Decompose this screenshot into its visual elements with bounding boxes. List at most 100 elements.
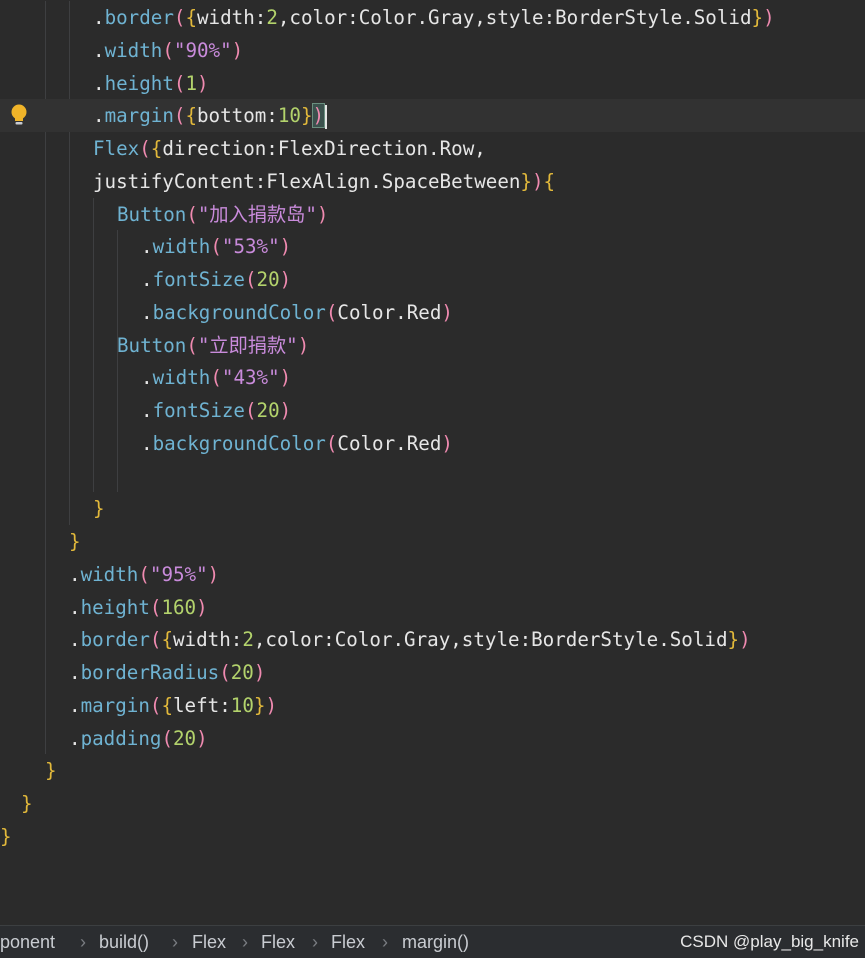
breadcrumb-item[interactable]: Flex xyxy=(192,926,226,958)
code-token: ) xyxy=(297,333,310,357)
code-token: ( xyxy=(186,333,198,357)
code-token: ( xyxy=(162,38,174,62)
code-text: .backgroundColor(Color.Red) xyxy=(141,296,453,329)
code-text: .margin({left:10}) xyxy=(69,689,277,722)
code-text: .width("43%") xyxy=(141,361,291,394)
code-token: { xyxy=(185,6,197,29)
code-token: width xyxy=(152,366,211,390)
code-text: .width("90%") xyxy=(93,34,243,67)
code-line[interactable]: .margin({bottom:10}) xyxy=(0,99,865,133)
code-token: } xyxy=(69,530,81,553)
code-token: "90%" xyxy=(173,38,232,62)
code-token: ,color:Color.Gray,style:BorderStyle.Soli… xyxy=(253,628,728,652)
code-line[interactable]: .width("95%") xyxy=(0,558,865,591)
code-token: . xyxy=(141,235,153,259)
code-token: ) xyxy=(279,235,292,259)
code-token: ) xyxy=(207,562,220,586)
code-line[interactable]: .borderRadius(20) xyxy=(0,656,865,689)
code-token: ) xyxy=(441,431,453,455)
code-token: ,color:Color.Gray,style:BorderStyle.Soli… xyxy=(277,6,752,29)
code-token: { xyxy=(161,693,173,717)
breadcrumb-item[interactable]: ponent xyxy=(0,926,55,958)
code-line[interactable]: .margin({left:10}) xyxy=(0,689,865,722)
code-line[interactable]: .border({width:2,color:Color.Gray,style:… xyxy=(0,1,865,34)
code-line[interactable]: Button("立即捐款") xyxy=(0,329,865,362)
code-line[interactable]: .border({width:2,color:Color.Gray,style:… xyxy=(0,623,865,656)
breadcrumb-item[interactable]: build() xyxy=(99,926,149,958)
code-token: margin xyxy=(104,104,174,128)
code-line[interactable]: justifyContent:FlexAlign.SpaceBetween}){ xyxy=(0,165,865,198)
code-line[interactable]: .width("43%") xyxy=(0,361,865,394)
code-token: "立即捐款" xyxy=(197,333,298,357)
code-line[interactable]: .backgroundColor(Color.Red) xyxy=(0,296,865,329)
code-token: ) xyxy=(531,169,544,193)
code-token: . xyxy=(141,366,153,390)
code-line[interactable]: .backgroundColor(Color.Red) xyxy=(0,427,865,460)
code-line[interactable]: .width("53%") xyxy=(0,230,865,263)
code-token: ( xyxy=(173,104,186,128)
code-text: } xyxy=(45,754,57,787)
code-token: ) xyxy=(253,661,266,684)
code-text: .fontSize(20) xyxy=(141,263,291,296)
code-text: } xyxy=(93,492,105,525)
code-text: .margin({bottom:10}) xyxy=(93,99,328,132)
code-token: } xyxy=(727,628,740,652)
code-line[interactable]: } xyxy=(0,820,865,853)
code-token: "95%" xyxy=(149,562,208,586)
code-line[interactable]: .fontSize(20) xyxy=(0,394,865,427)
code-line[interactable]: } xyxy=(0,754,865,787)
code-token: justifyContent:FlexAlign.SpaceBetween xyxy=(93,169,521,193)
lightbulb-icon[interactable] xyxy=(8,103,30,127)
code-text: Flex({direction:FlexDirection.Row, xyxy=(93,132,486,165)
code-line[interactable]: .padding(20) xyxy=(0,722,865,755)
code-token: width xyxy=(80,562,139,586)
code-token: ( xyxy=(244,268,257,291)
code-token: ( xyxy=(138,562,150,586)
code-token: . xyxy=(69,628,81,652)
breadcrumb-item[interactable]: margin() xyxy=(402,926,469,958)
code-token: margin xyxy=(80,693,150,717)
code-token: ) xyxy=(316,202,329,226)
code-line[interactable] xyxy=(0,460,865,493)
code-token: 160 xyxy=(161,595,197,619)
code-token: 20 xyxy=(256,268,280,291)
code-token: Color.Red xyxy=(337,300,442,324)
code-token: ) xyxy=(197,71,209,95)
code-text: .border({width:2,color:Color.Gray,style:… xyxy=(69,623,751,656)
code-token: borderRadius xyxy=(80,661,220,684)
code-token: width: xyxy=(197,6,267,29)
code-line[interactable]: .height(1) xyxy=(0,67,865,100)
code-token: padding xyxy=(80,726,162,750)
code-line[interactable]: .width("90%") xyxy=(0,34,865,67)
code-token: ) xyxy=(441,300,453,324)
code-token: { xyxy=(161,628,173,652)
code-editor[interactable]: .border({width:2,color:Color.Gray,style:… xyxy=(0,0,865,925)
code-text: .borderRadius(20) xyxy=(69,656,265,689)
code-token: Button xyxy=(117,333,187,357)
code-token: width xyxy=(104,38,163,62)
code-line[interactable]: } xyxy=(0,525,865,558)
code-token: 20 xyxy=(230,661,254,684)
breadcrumb-item[interactable]: Flex xyxy=(261,926,295,958)
chevron-right-icon: › xyxy=(172,932,178,952)
code-token: backgroundColor xyxy=(152,431,326,455)
code-line[interactable]: } xyxy=(0,787,865,820)
code-line[interactable]: } xyxy=(0,492,865,525)
chevron-right-icon: › xyxy=(242,932,248,952)
chevron-right-icon: › xyxy=(312,932,318,952)
code-line[interactable]: Flex({direction:FlexDirection.Row, xyxy=(0,132,865,165)
code-token: ( xyxy=(173,6,186,29)
code-line[interactable]: Button("加入捐款岛") xyxy=(0,198,865,231)
code-text: Button("立即捐款") xyxy=(117,329,309,362)
code-line[interactable]: .fontSize(20) xyxy=(0,263,865,296)
code-line[interactable]: .height(160) xyxy=(0,591,865,624)
code-token: ( xyxy=(210,366,222,390)
code-token: ( xyxy=(149,693,162,717)
code-token: . xyxy=(141,431,153,455)
code-token: height xyxy=(104,71,174,95)
code-token: ( xyxy=(149,595,162,619)
text-caret xyxy=(325,104,328,129)
code-token: ( xyxy=(325,300,338,324)
code-token: . xyxy=(69,562,81,586)
breadcrumb-item[interactable]: Flex xyxy=(331,926,365,958)
